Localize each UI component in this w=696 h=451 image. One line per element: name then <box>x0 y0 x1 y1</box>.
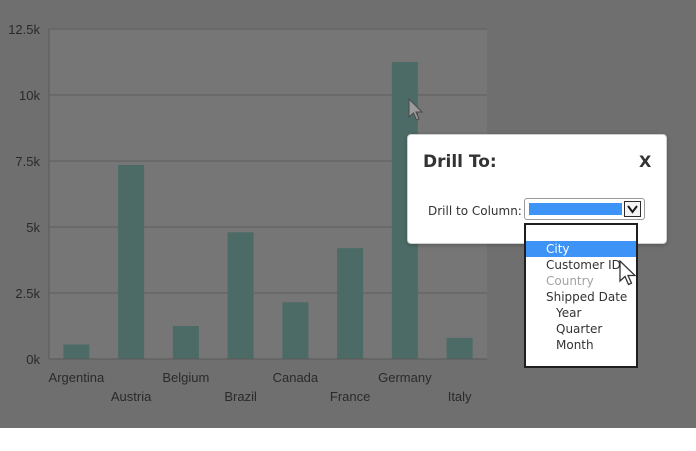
dropdown-option-year[interactable]: Year <box>526 305 636 321</box>
dropdown-option-quarter[interactable]: Quarter <box>526 321 636 337</box>
y-tick-label: 12.5k <box>8 22 40 37</box>
bar-austria[interactable] <box>118 164 145 359</box>
x-tick-label: Belgium <box>162 370 209 385</box>
x-tick-label: Canada <box>273 370 319 385</box>
close-button[interactable]: X <box>639 152 651 171</box>
dropdown-option-blank[interactable] <box>526 225 636 241</box>
y-tick-label: 0k <box>26 352 40 367</box>
chevron-down-icon[interactable] <box>624 201 641 217</box>
drill-to-column-label: Drill to Column: <box>428 204 522 218</box>
select-current-value <box>529 203 622 215</box>
x-tick-label: Germany <box>378 370 432 385</box>
bar-argentina[interactable] <box>63 344 90 359</box>
dropdown-option-shipped-date[interactable]: Shipped Date <box>526 289 636 305</box>
bar-italy[interactable] <box>446 337 473 359</box>
bar-france[interactable] <box>337 248 364 359</box>
x-tick-label: Argentina <box>49 370 105 385</box>
bar-belgium[interactable] <box>172 326 199 359</box>
bar-brazil[interactable] <box>227 232 254 359</box>
x-tick-label: France <box>330 389 370 404</box>
hand-pointer-icon <box>619 260 637 286</box>
x-tick-label: Italy <box>448 389 472 404</box>
dropdown-option-city[interactable]: City <box>526 241 636 257</box>
dropdown-option-month[interactable]: Month <box>526 337 636 353</box>
bar-canada[interactable] <box>282 302 309 359</box>
drill-column-dropdown-list[interactable]: City Customer ID Country Shipped Date Year Qu… <box>524 223 638 368</box>
drill-column-select[interactable] <box>524 198 645 220</box>
y-tick-label: 5k <box>26 220 40 235</box>
x-tick-label: Austria <box>111 389 152 404</box>
y-tick-label: 7.5k <box>15 154 40 169</box>
x-tick-label: Brazil <box>224 389 257 404</box>
y-tick-label: 2.5k <box>15 286 40 301</box>
dialog-title: Drill To: <box>423 152 497 172</box>
y-tick-label: 10k <box>19 88 40 103</box>
mouse-cursor-icon <box>408 98 424 121</box>
